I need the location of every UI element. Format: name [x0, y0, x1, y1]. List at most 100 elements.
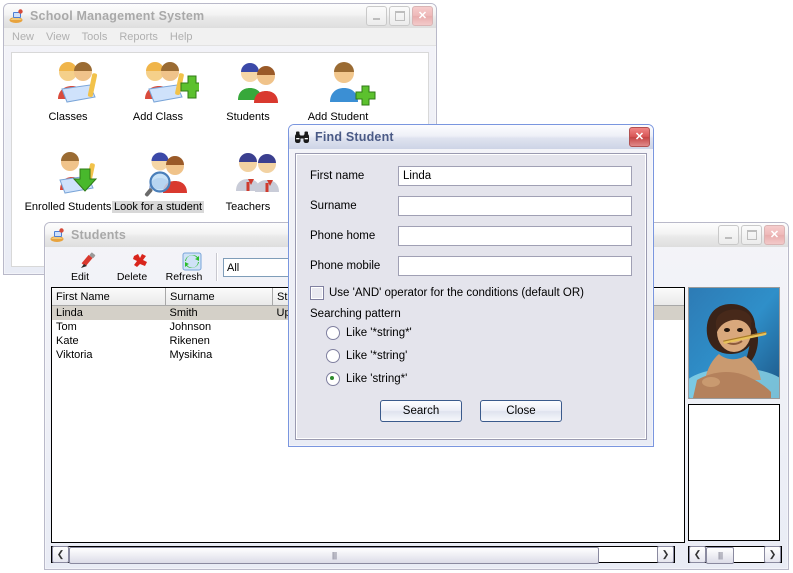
- find-dialog-title-buttons: ✕: [629, 127, 650, 147]
- pattern-option-contains[interactable]: Like '*string*': [326, 326, 632, 340]
- close-button[interactable]: ✕: [764, 225, 785, 245]
- radio-button[interactable]: [326, 372, 340, 386]
- classes-icon: [20, 59, 116, 111]
- menu-item-new[interactable]: New: [12, 31, 34, 43]
- icon-enrolled-students[interactable]: Enrolled Students: [20, 149, 116, 213]
- icon-label: Teachers: [225, 201, 271, 213]
- first-name-label: First name: [310, 170, 365, 182]
- scroll-left-button[interactable]: ❮: [689, 546, 706, 563]
- find-dialog-title: Find Student: [315, 130, 394, 144]
- enrolled-students-icon: [20, 149, 116, 201]
- students-window-title-buttons: ✕: [718, 225, 785, 245]
- toolbar-separator: [216, 253, 217, 281]
- add-class-icon: [110, 59, 206, 111]
- menu-item-help[interactable]: Help: [170, 31, 193, 43]
- scroll-track[interactable]: ||||: [706, 547, 764, 564]
- search-button[interactable]: Search: [380, 400, 462, 422]
- pattern-option-starts-with[interactable]: Like 'string*': [326, 372, 632, 386]
- close-button[interactable]: ✕: [629, 127, 650, 147]
- binoculars-icon: [294, 129, 310, 145]
- cell-surname: Smith: [165, 305, 273, 320]
- scroll-track[interactable]: ||||: [69, 547, 657, 564]
- scroll-right-button[interactable]: ❯: [657, 546, 674, 563]
- surname-field[interactable]: [398, 196, 632, 216]
- find-student-dialog[interactable]: Find Student ✕ First name Surname Phone …: [288, 124, 654, 447]
- and-operator-row[interactable]: Use 'AND' operator for the conditions (d…: [310, 286, 632, 300]
- cell-surname: Johnson: [169, 321, 212, 333]
- scroll-thumb[interactable]: ||||: [706, 547, 734, 564]
- main-window-title-buttons: ✕: [366, 6, 433, 26]
- red-x-icon: [106, 252, 158, 271]
- icon-label: Students: [226, 111, 270, 123]
- teachers-icon: [200, 149, 296, 201]
- first-name-field[interactable]: [398, 166, 632, 186]
- school-app-icon: [50, 227, 66, 243]
- icon-label: Add Student: [307, 111, 369, 123]
- find-dialog-body: First name Surname Phone home Phone mobi…: [295, 153, 647, 440]
- maximize-button[interactable]: [389, 6, 410, 26]
- phone-home-field[interactable]: [398, 226, 632, 246]
- icon-students[interactable]: Students: [200, 59, 296, 123]
- pattern-label: Like '*string*': [346, 327, 412, 339]
- icon-label: Enrolled Students: [24, 201, 112, 213]
- students-horizontal-scrollbar[interactable]: ❮ |||| ❯: [51, 546, 675, 564]
- refresh-icon: [158, 252, 210, 271]
- surname-row: Surname: [310, 196, 632, 216]
- dialog-button-row: Search Close: [310, 400, 632, 422]
- main-window-titlebar[interactable]: School Management System ✕: [4, 4, 436, 28]
- cell-surname: Rikenen: [169, 335, 210, 347]
- radio-button[interactable]: [326, 349, 340, 363]
- menu-item-view[interactable]: View: [46, 31, 70, 43]
- detail-horizontal-scrollbar[interactable]: ❮ |||| ❯: [688, 546, 782, 564]
- student-detail-pane: [688, 287, 782, 543]
- main-window-title: School Management System: [30, 9, 205, 23]
- add-student-icon: [290, 59, 386, 111]
- first-name-row: First name: [310, 166, 632, 186]
- cell-first-name: Viktoria: [56, 349, 93, 361]
- toolbar-label: Delete: [116, 270, 148, 283]
- toolbar-label: Refresh: [165, 270, 203, 283]
- icon-teachers[interactable]: Teachers: [200, 149, 296, 213]
- icon-add-class[interactable]: Add Class: [110, 59, 206, 123]
- radio-button[interactable]: [326, 326, 340, 340]
- icon-look-for-a-student[interactable]: Look for a student: [110, 149, 206, 213]
- and-operator-checkbox[interactable]: [310, 286, 324, 300]
- pattern-option-ends-with[interactable]: Like '*string': [326, 349, 632, 363]
- icon-label: Look for a student: [111, 201, 205, 213]
- icon-add-student[interactable]: Add Student: [290, 59, 386, 123]
- school-app-icon: [9, 8, 25, 24]
- searching-pattern-label: Searching pattern: [310, 308, 401, 320]
- scroll-left-button[interactable]: ❮: [52, 546, 69, 563]
- minimize-button[interactable]: [366, 6, 387, 26]
- menu-item-tools[interactable]: Tools: [82, 31, 108, 43]
- find-student-icon: [110, 149, 206, 201]
- cell-first-name: Kate: [56, 335, 79, 347]
- menu-item-reports[interactable]: Reports: [119, 31, 158, 43]
- delete-button[interactable]: Delete: [106, 252, 158, 283]
- phone-home-label: Phone home: [310, 230, 376, 242]
- cell-first-name: Linda: [52, 305, 166, 320]
- edit-button[interactable]: Edit: [54, 252, 106, 283]
- close-dialog-button[interactable]: Close: [480, 400, 562, 422]
- cell-surname: Mysikina: [169, 349, 213, 361]
- scroll-thumb[interactable]: ||||: [69, 547, 599, 564]
- column-header-surname[interactable]: Surname: [165, 288, 273, 306]
- toolbar-label: Edit: [70, 270, 90, 283]
- student-notes-pane[interactable]: [688, 404, 780, 541]
- main-menubar[interactable]: New View Tools Reports Help: [4, 28, 436, 46]
- find-dialog-titlebar[interactable]: Find Student ✕: [289, 125, 653, 149]
- pattern-label: Like 'string*': [346, 373, 408, 385]
- refresh-button[interactable]: Refresh: [158, 252, 210, 283]
- pattern-label: Like '*string': [346, 350, 408, 362]
- icon-classes[interactable]: Classes: [20, 59, 116, 123]
- maximize-button[interactable]: [741, 225, 762, 245]
- phone-home-row: Phone home: [310, 226, 632, 246]
- student-photo: [688, 287, 780, 399]
- column-header-first-name[interactable]: First Name: [52, 288, 166, 306]
- scroll-right-button[interactable]: ❯: [764, 546, 781, 563]
- phone-mobile-field[interactable]: [398, 256, 632, 276]
- close-button[interactable]: ✕: [412, 6, 433, 26]
- students-window-title: Students: [71, 228, 127, 242]
- pencil-icon: [54, 252, 106, 271]
- minimize-button[interactable]: [718, 225, 739, 245]
